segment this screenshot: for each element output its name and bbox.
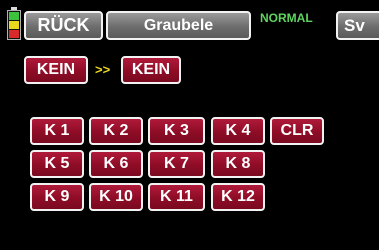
channel-k8-button[interactable]: K 8 xyxy=(211,150,265,178)
screen: RÜCK Graubele NORMAL Sv KEIN >> KEIN K 1… xyxy=(0,0,379,250)
battery-icon xyxy=(7,7,21,40)
arrow-label: >> xyxy=(95,62,111,77)
channel-k11-button[interactable]: K 11 xyxy=(148,183,205,211)
next-page-button[interactable]: Sv xyxy=(336,11,379,40)
switch-from-button[interactable]: KEIN xyxy=(24,56,88,84)
channel-k12-button[interactable]: K 12 xyxy=(211,183,265,211)
switch-to-button[interactable]: KEIN xyxy=(121,56,181,84)
clear-button[interactable]: CLR xyxy=(270,117,324,145)
battery-level-yellow xyxy=(9,21,19,29)
channel-k10-button[interactable]: K 10 xyxy=(89,183,143,211)
channel-k6-button[interactable]: K 6 xyxy=(89,150,143,178)
channel-k2-button[interactable]: K 2 xyxy=(89,117,143,145)
channel-k7-button[interactable]: K 7 xyxy=(148,150,205,178)
battery-level-green xyxy=(9,12,19,20)
model-name-button[interactable]: Graubele xyxy=(106,11,251,40)
battery-body xyxy=(7,10,21,40)
flight-mode-label: NORMAL xyxy=(260,11,313,25)
channel-k5-button[interactable]: K 5 xyxy=(30,150,84,178)
battery-level-red xyxy=(9,30,19,38)
channel-k9-button[interactable]: K 9 xyxy=(30,183,84,211)
channel-k4-button[interactable]: K 4 xyxy=(211,117,265,145)
channel-k1-button[interactable]: K 1 xyxy=(30,117,84,145)
channel-k3-button[interactable]: K 3 xyxy=(148,117,205,145)
back-button[interactable]: RÜCK xyxy=(24,11,103,40)
